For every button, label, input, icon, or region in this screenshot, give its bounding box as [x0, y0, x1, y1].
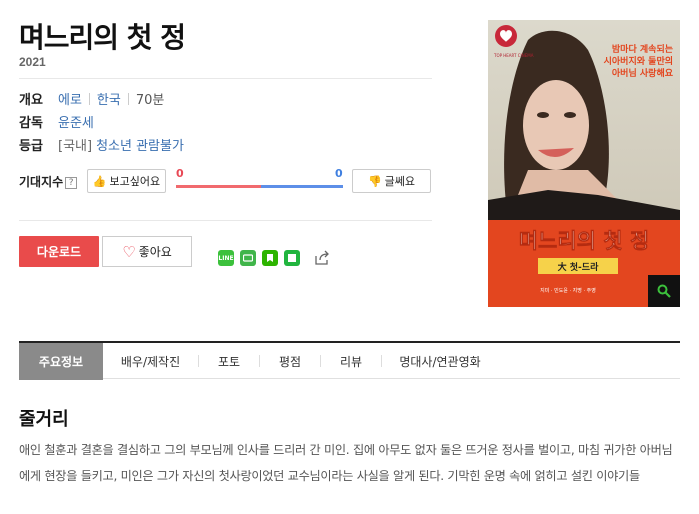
expectation-section: 기대지수? 👍 보고싶어요 0 0 👎 글쎄요 [19, 167, 432, 193]
band-share-icon[interactable] [240, 250, 256, 266]
separator [88, 92, 90, 105]
want-label: 보고싶어요 [109, 175, 161, 188]
poster-tagline-2: 시아버지와 둘만의 [604, 55, 673, 67]
release-year: 2021 [19, 55, 46, 69]
rating-row: 등급 [국내] 청소년 관람불가 [19, 135, 184, 154]
tab-photos[interactable]: 포토 [199, 343, 259, 380]
tab-ratings[interactable]: 평점 [260, 343, 320, 380]
help-icon[interactable]: ? [65, 176, 78, 189]
rating-label: 등급 [19, 139, 43, 154]
want-to-see-button[interactable]: 👍 보고싶어요 [87, 169, 166, 193]
share-row: LINE [218, 250, 330, 266]
tab-quotes-related[interactable]: 명대사/연관영화 [382, 343, 498, 380]
director-link[interactable]: 윤준세 [58, 112, 94, 131]
cafe-share-icon[interactable] [284, 250, 300, 266]
director-label: 감독 [19, 116, 43, 131]
poster-credits: 지미 · 민도윤 · 지명 · 주영 [540, 287, 596, 294]
want-bar [176, 185, 261, 188]
expectation-label-text: 기대지수 [19, 175, 64, 189]
poster-title-art: 며느리의 첫 정 [519, 229, 650, 253]
synopsis-text: 애인 철훈과 결혼을 결심하고 그의 부모님께 인사를 드리러 간 미인. 집에… [19, 443, 673, 483]
separator [127, 92, 129, 105]
expectation-label: 기대지수? [19, 173, 78, 190]
nah-bar [261, 185, 343, 188]
rating-region: [국내] [58, 139, 93, 154]
director-row: 감독 윤준세 [19, 112, 94, 131]
nah-label: 글쎄요 [384, 175, 416, 188]
divider [19, 220, 432, 221]
like-label: 좋아요 [138, 245, 172, 259]
nah-count: 0 [335, 167, 343, 180]
detail-tabs: 주요정보 배우/제작진 포토 평점 리뷰 명대사/연관영화 [19, 341, 680, 380]
share-icon[interactable] [314, 250, 330, 266]
genre-link[interactable]: 에로 [58, 89, 82, 108]
thumbs-up-icon: 👍 [92, 174, 107, 188]
overview-row: 개요 에로 한국 70분 [19, 89, 164, 108]
download-button[interactable]: 다운로드 [19, 236, 99, 267]
thumbs-down-icon: 👎 [367, 174, 382, 188]
synopsis-heading: 줄거리 [19, 409, 69, 430]
line-share-icon[interactable]: LINE [218, 250, 234, 266]
movie-title: 며느리의 첫 정 [19, 21, 186, 54]
search-icon [657, 284, 671, 298]
rating-link[interactable]: 청소년 관람불가 [96, 135, 184, 154]
movie-poster[interactable]: TOP HEART CINEMA 밤마다 계속되는 시아버지와 둘만의 아버님 … [488, 20, 680, 307]
country-link[interactable]: 한국 [97, 89, 121, 108]
divider [19, 78, 432, 79]
heart-icon: ♡ [122, 242, 136, 261]
tab-cast-crew[interactable]: 배우/제작진 [103, 343, 198, 380]
want-count: 0 [176, 167, 184, 180]
poster-badge-text: TOP HEART CINEMA [493, 53, 534, 58]
blog-share-icon[interactable] [262, 250, 278, 266]
poster-tagline-3: 아버님 사랑해요 [612, 67, 674, 79]
poster-subtitle-art: 大 첫-드라 [558, 261, 599, 273]
tab-reviews[interactable]: 리뷰 [321, 343, 381, 380]
tab-main-info[interactable]: 주요정보 [19, 343, 103, 380]
runtime: 70분 [135, 93, 165, 108]
poster-tagline-1: 밤마다 계속되는 [612, 43, 673, 55]
overview-label: 개요 [19, 93, 43, 108]
like-button[interactable]: ♡ 좋아요 [102, 236, 192, 267]
zoom-button[interactable] [648, 275, 680, 307]
not-sure-button[interactable]: 👎 글쎄요 [352, 169, 431, 193]
